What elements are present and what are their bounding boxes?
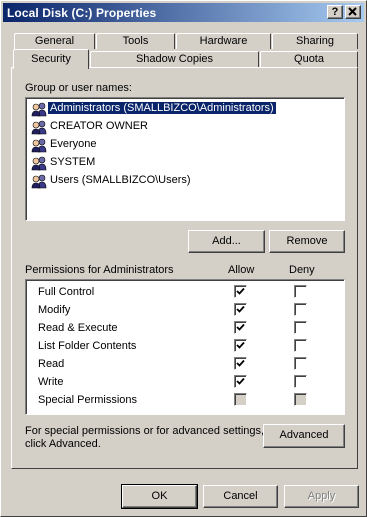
user-group-icon (31, 174, 47, 189)
allow-checkbox[interactable] (234, 285, 247, 298)
cancel-button[interactable]: Cancel (203, 485, 278, 508)
user-name: CREATOR OWNER (50, 120, 148, 132)
list-item[interactable]: Everyone (30, 136, 348, 154)
tab-hardware[interactable]: Hardware (176, 33, 271, 49)
advanced-note-line1: For special permissions or for advanced … (25, 425, 265, 437)
group-or-user-names-label: Group or user names: (25, 82, 132, 94)
close-button[interactable] (345, 5, 361, 19)
user-name: Everyone (50, 138, 97, 150)
tab-quota[interactable]: Quota (260, 51, 358, 67)
permission-name: Read (38, 358, 65, 370)
deny-header: Deny (289, 264, 315, 276)
check-icon (236, 359, 245, 367)
allow-checkbox[interactable] (234, 339, 247, 352)
security-tab-panel: Group or user names: Administrators (SMA… (11, 67, 358, 469)
allow-checkbox[interactable] (234, 375, 247, 388)
user-group-icon (31, 120, 47, 135)
permission-row: Full Control (26, 283, 344, 301)
window-title: Local Disk (C:) Properties (7, 6, 157, 20)
deny-checkbox[interactable] (294, 285, 307, 298)
advanced-note: For special permissions or for advanced … (25, 425, 264, 451)
allow-checkbox[interactable] (234, 357, 247, 370)
check-icon (236, 341, 245, 349)
permission-row: Write (26, 373, 344, 391)
deny-checkbox[interactable] (294, 339, 307, 352)
title-bar[interactable]: Local Disk (C:) Properties ? (3, 3, 364, 22)
allow-checkbox[interactable] (234, 393, 247, 406)
permission-row: List Folder Contents (26, 337, 344, 355)
permissions-list: Full Control Modify Read & Execute List … (25, 279, 345, 415)
user-list[interactable]: Administrators (SMALLBIZCO\Administrator… (25, 97, 345, 221)
advanced-button[interactable]: Advanced (263, 424, 345, 448)
allow-header: Allow (228, 264, 255, 276)
user-group-icon (31, 102, 47, 117)
deny-checkbox[interactable] (294, 357, 307, 370)
tab-tools[interactable]: Tools (96, 33, 175, 49)
permission-row: Special Permissions (26, 391, 344, 409)
user-group-icon (31, 138, 47, 153)
deny-checkbox[interactable] (294, 375, 307, 388)
add-button[interactable]: Add... (188, 230, 265, 253)
permission-name: Write (38, 376, 64, 388)
check-icon (236, 377, 245, 385)
permissions-label: Permissions for Administrators (25, 264, 174, 276)
ok-button[interactable]: OK (121, 484, 198, 509)
allow-checkbox[interactable] (234, 303, 247, 316)
list-item[interactable]: Users (SMALLBIZCO\Users) (30, 172, 348, 190)
permission-row: Read & Execute (26, 319, 344, 337)
check-icon (236, 287, 245, 295)
permission-name: List Folder Contents (38, 340, 137, 352)
deny-checkbox[interactable] (294, 303, 307, 316)
user-name: SYSTEM (50, 156, 96, 168)
user-name: Administrators (SMALLBIZCO\Administrator… (48, 102, 276, 114)
tab-shadow-copies[interactable]: Shadow Copies (90, 51, 259, 67)
permission-name: Read & Execute (38, 322, 118, 334)
permission-row: Modify (26, 301, 344, 319)
list-item[interactable]: SYSTEM (30, 154, 348, 172)
list-item[interactable]: Administrators (SMALLBIZCO\Administrator… (30, 100, 348, 118)
permission-name: Full Control (38, 286, 95, 298)
user-group-icon (31, 156, 47, 171)
allow-checkbox[interactable] (234, 321, 247, 334)
list-item[interactable]: CREATOR OWNER (30, 118, 348, 136)
close-icon (348, 7, 357, 16)
permission-name: Special Permissions (38, 394, 138, 406)
permission-name: Modify (38, 304, 71, 316)
tab-general[interactable]: General (14, 33, 95, 49)
remove-button[interactable]: Remove (269, 230, 345, 253)
permission-row: Read (26, 355, 344, 373)
tab-sharing[interactable]: Sharing (272, 33, 358, 49)
check-icon (236, 323, 245, 331)
tab-security[interactable]: Security (13, 49, 89, 69)
check-icon (236, 305, 245, 313)
deny-checkbox[interactable] (294, 321, 307, 334)
help-button[interactable]: ? (327, 5, 343, 19)
deny-checkbox[interactable] (294, 393, 307, 406)
advanced-note-line2: click Advanced. (25, 438, 101, 450)
user-name: Users (SMALLBIZCO\Users) (50, 174, 191, 186)
apply-button[interactable]: Apply (284, 485, 359, 508)
properties-dialog: Local Disk (C:) Properties ? General Too… (0, 0, 367, 517)
